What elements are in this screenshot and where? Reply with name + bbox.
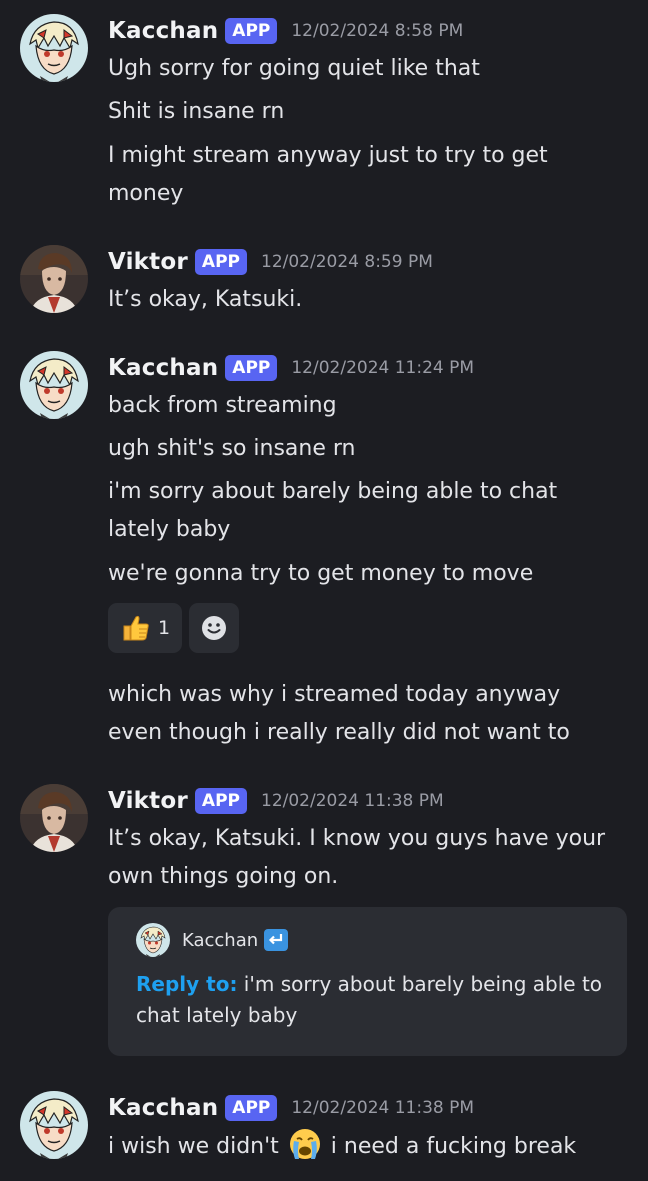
message-text: lately baby [108, 517, 231, 542]
message-text: ugh shit's so insane rn [108, 436, 356, 461]
add-reaction-button[interactable] [189, 603, 239, 653]
app-badge: APP [225, 18, 278, 44]
message-text: It’s okay, Katsuki. I know you guys have… [108, 826, 606, 851]
username[interactable]: Kacchan [108, 1095, 218, 1121]
app-badge: APP [194, 249, 247, 275]
message-text: Ugh sorry for going quiet like that [108, 56, 480, 81]
message-header: Viktor APP 12/02/2024 8:59 PM [108, 249, 433, 275]
username[interactable]: Kacchan [108, 355, 218, 381]
avatar[interactable] [20, 351, 88, 419]
username[interactable]: Kacchan [108, 18, 218, 44]
message-text: we're gonna try to get money to move [108, 561, 534, 586]
message-text-part: i need a fucking break [330, 1134, 577, 1159]
message-text: own things going on. [108, 864, 339, 889]
reply-embed[interactable]: Kacchan Reply to: i'm sorry about barely… [108, 907, 627, 1056]
message-text: I might stream anyway just to try to get [108, 143, 548, 168]
message-header: Kacchan APP 12/02/2024 11:38 PM [108, 1095, 474, 1121]
thumbs-up-emoji [123, 615, 149, 641]
username[interactable]: Viktor [108, 788, 188, 814]
avatar[interactable] [20, 1091, 88, 1159]
timestamp: 12/02/2024 11:38 PM [261, 791, 444, 811]
avatar[interactable] [20, 14, 88, 82]
reaction-count: 1 [157, 617, 171, 639]
crying-face-emoji [289, 1129, 320, 1159]
embed-author-name[interactable]: Kacchan [182, 930, 258, 951]
message-text: i'm sorry about barely being able to cha… [108, 479, 558, 504]
timestamp: 12/02/2024 11:24 PM [291, 358, 475, 378]
message-header: Viktor APP 12/02/2024 11:38 PM [108, 788, 444, 814]
message-text: It’s okay, Katsuki. [108, 287, 303, 312]
reaction-thumbs-up[interactable]: 1 [108, 603, 182, 653]
message-text: which was why i streamed today anyway [108, 682, 561, 707]
message-header: Kacchan APP 12/02/2024 11:24 PM [108, 355, 474, 381]
message-text: even though i really really did not want… [108, 720, 570, 745]
avatar[interactable] [20, 784, 88, 852]
reply-label: Reply to: [136, 972, 238, 996]
username[interactable]: Viktor [108, 249, 188, 275]
embed-author: Kacchan [136, 923, 289, 957]
message-text-part: i wish we didn't [108, 1134, 279, 1159]
message-text: Shit is insane rn [108, 99, 285, 124]
timestamp: 12/02/2024 8:58 PM [291, 21, 464, 41]
app-badge: APP [194, 788, 247, 814]
embed-avatar [136, 923, 170, 957]
message-text: back from streaming [108, 393, 337, 418]
timestamp: 12/02/2024 11:38 PM [291, 1098, 475, 1118]
app-badge: APP [225, 355, 278, 381]
message-text: money [108, 181, 184, 206]
message-header: Kacchan APP 12/02/2024 8:58 PM [108, 18, 463, 44]
app-badge: APP [225, 1095, 278, 1121]
add-reaction-icon [202, 616, 226, 640]
avatar[interactable] [20, 245, 88, 313]
message-text: i wish we didn't i need a fucking break [108, 1127, 628, 1166]
reply-arrow-icon [264, 929, 289, 951]
timestamp: 12/02/2024 8:59 PM [261, 252, 433, 272]
reply-text: Reply to: i'm sorry about barely being a… [136, 969, 606, 1031]
